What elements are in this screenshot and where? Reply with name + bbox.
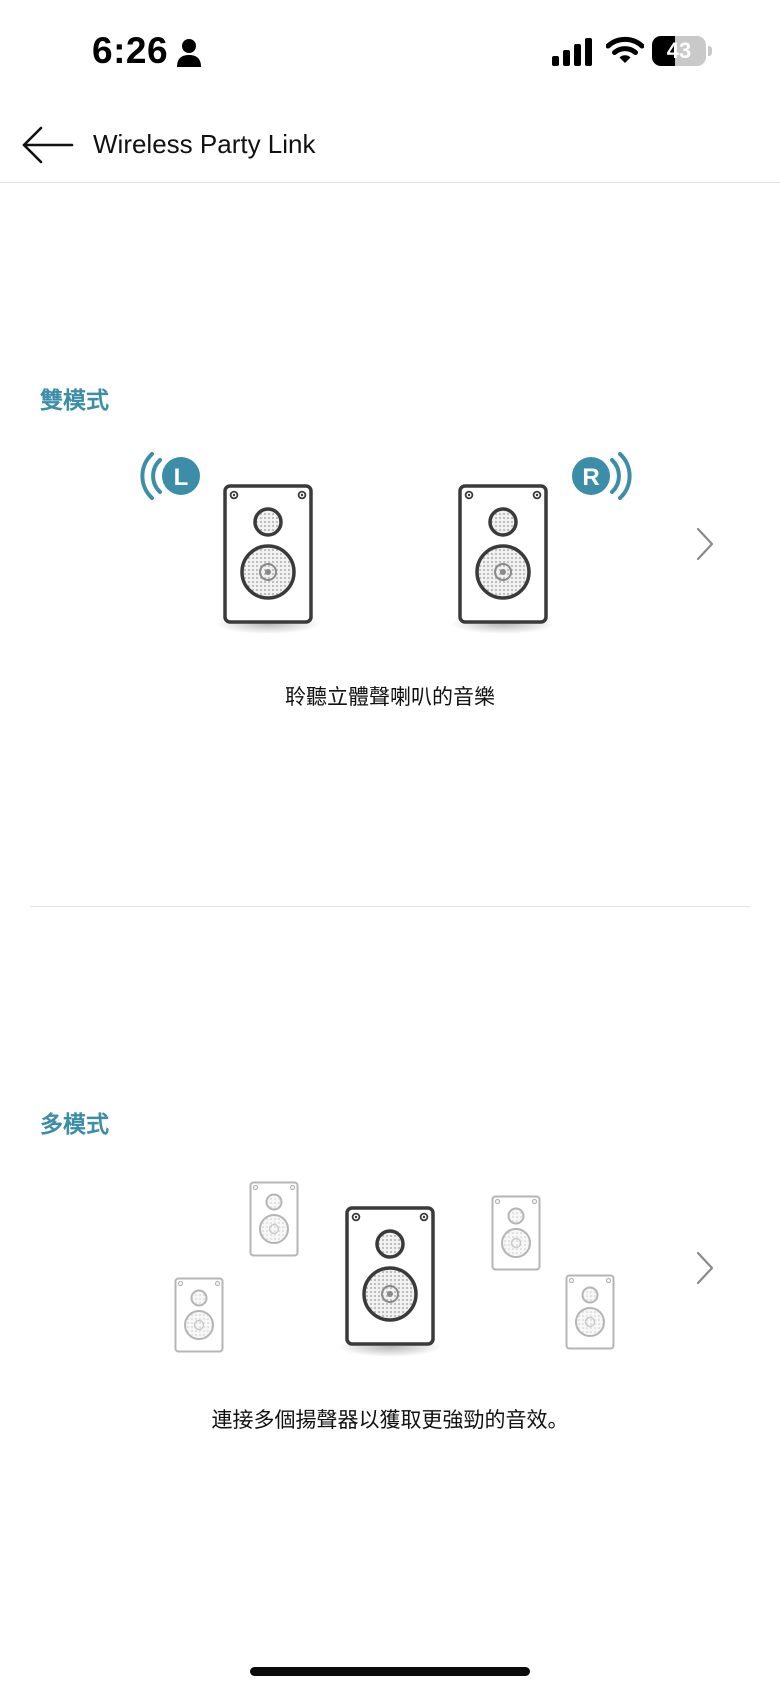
chevron-right-icon <box>696 527 714 561</box>
home-indicator <box>250 1667 530 1676</box>
dual-mode-description: 聆聽立體聲喇叭的音樂 <box>285 686 495 709</box>
faded-speaker-icon <box>249 1181 299 1257</box>
right-speaker-icon <box>458 484 548 624</box>
dual-mode-illustration: L R <box>140 452 632 634</box>
dual-mode-card[interactable]: 雙模式 L R 聆聽立體聲喇叭的音樂 <box>0 184 780 906</box>
back-button[interactable] <box>20 124 76 166</box>
multi-mode-chevron[interactable] <box>686 1243 722 1293</box>
battery-level: 43 <box>666 38 692 63</box>
multi-mode-card[interactable]: 多模式 連接多個揚聲器以獲取更強勁的音效。 <box>0 907 780 1629</box>
faded-speaker-icon <box>174 1277 224 1353</box>
right-channel-badge: R <box>572 452 632 500</box>
faded-speaker-icon <box>565 1274 615 1350</box>
chevron-right-icon <box>696 1251 714 1285</box>
page-title: Wireless Party Link <box>93 129 316 159</box>
multi-mode-label: 多模式 <box>40 1111 109 1137</box>
status-bar: 6:26 43 <box>0 0 780 100</box>
left-speaker-icon <box>223 484 313 624</box>
right-badge-letter: R <box>582 464 599 491</box>
dual-mode-label: 雙模式 <box>40 387 109 413</box>
dual-mode-chevron[interactable] <box>686 519 722 569</box>
arrow-left-icon <box>22 126 74 164</box>
main-speaker-icon <box>345 1206 435 1346</box>
left-channel-badge: L <box>140 452 200 500</box>
person-icon <box>177 39 201 67</box>
app-header: Wireless Party Link <box>0 100 780 183</box>
battery-icon: 43 <box>652 36 712 66</box>
status-time: 6:26 <box>92 30 169 71</box>
wifi-icon <box>606 36 644 63</box>
cellular-signal-icon <box>552 38 592 66</box>
faded-speaker-icon <box>491 1195 541 1271</box>
multi-mode-description: 連接多個揚聲器以獲取更強勁的音效。 <box>211 1409 569 1432</box>
left-badge-letter: L <box>174 464 189 491</box>
multi-mode-illustration <box>174 1181 615 1357</box>
